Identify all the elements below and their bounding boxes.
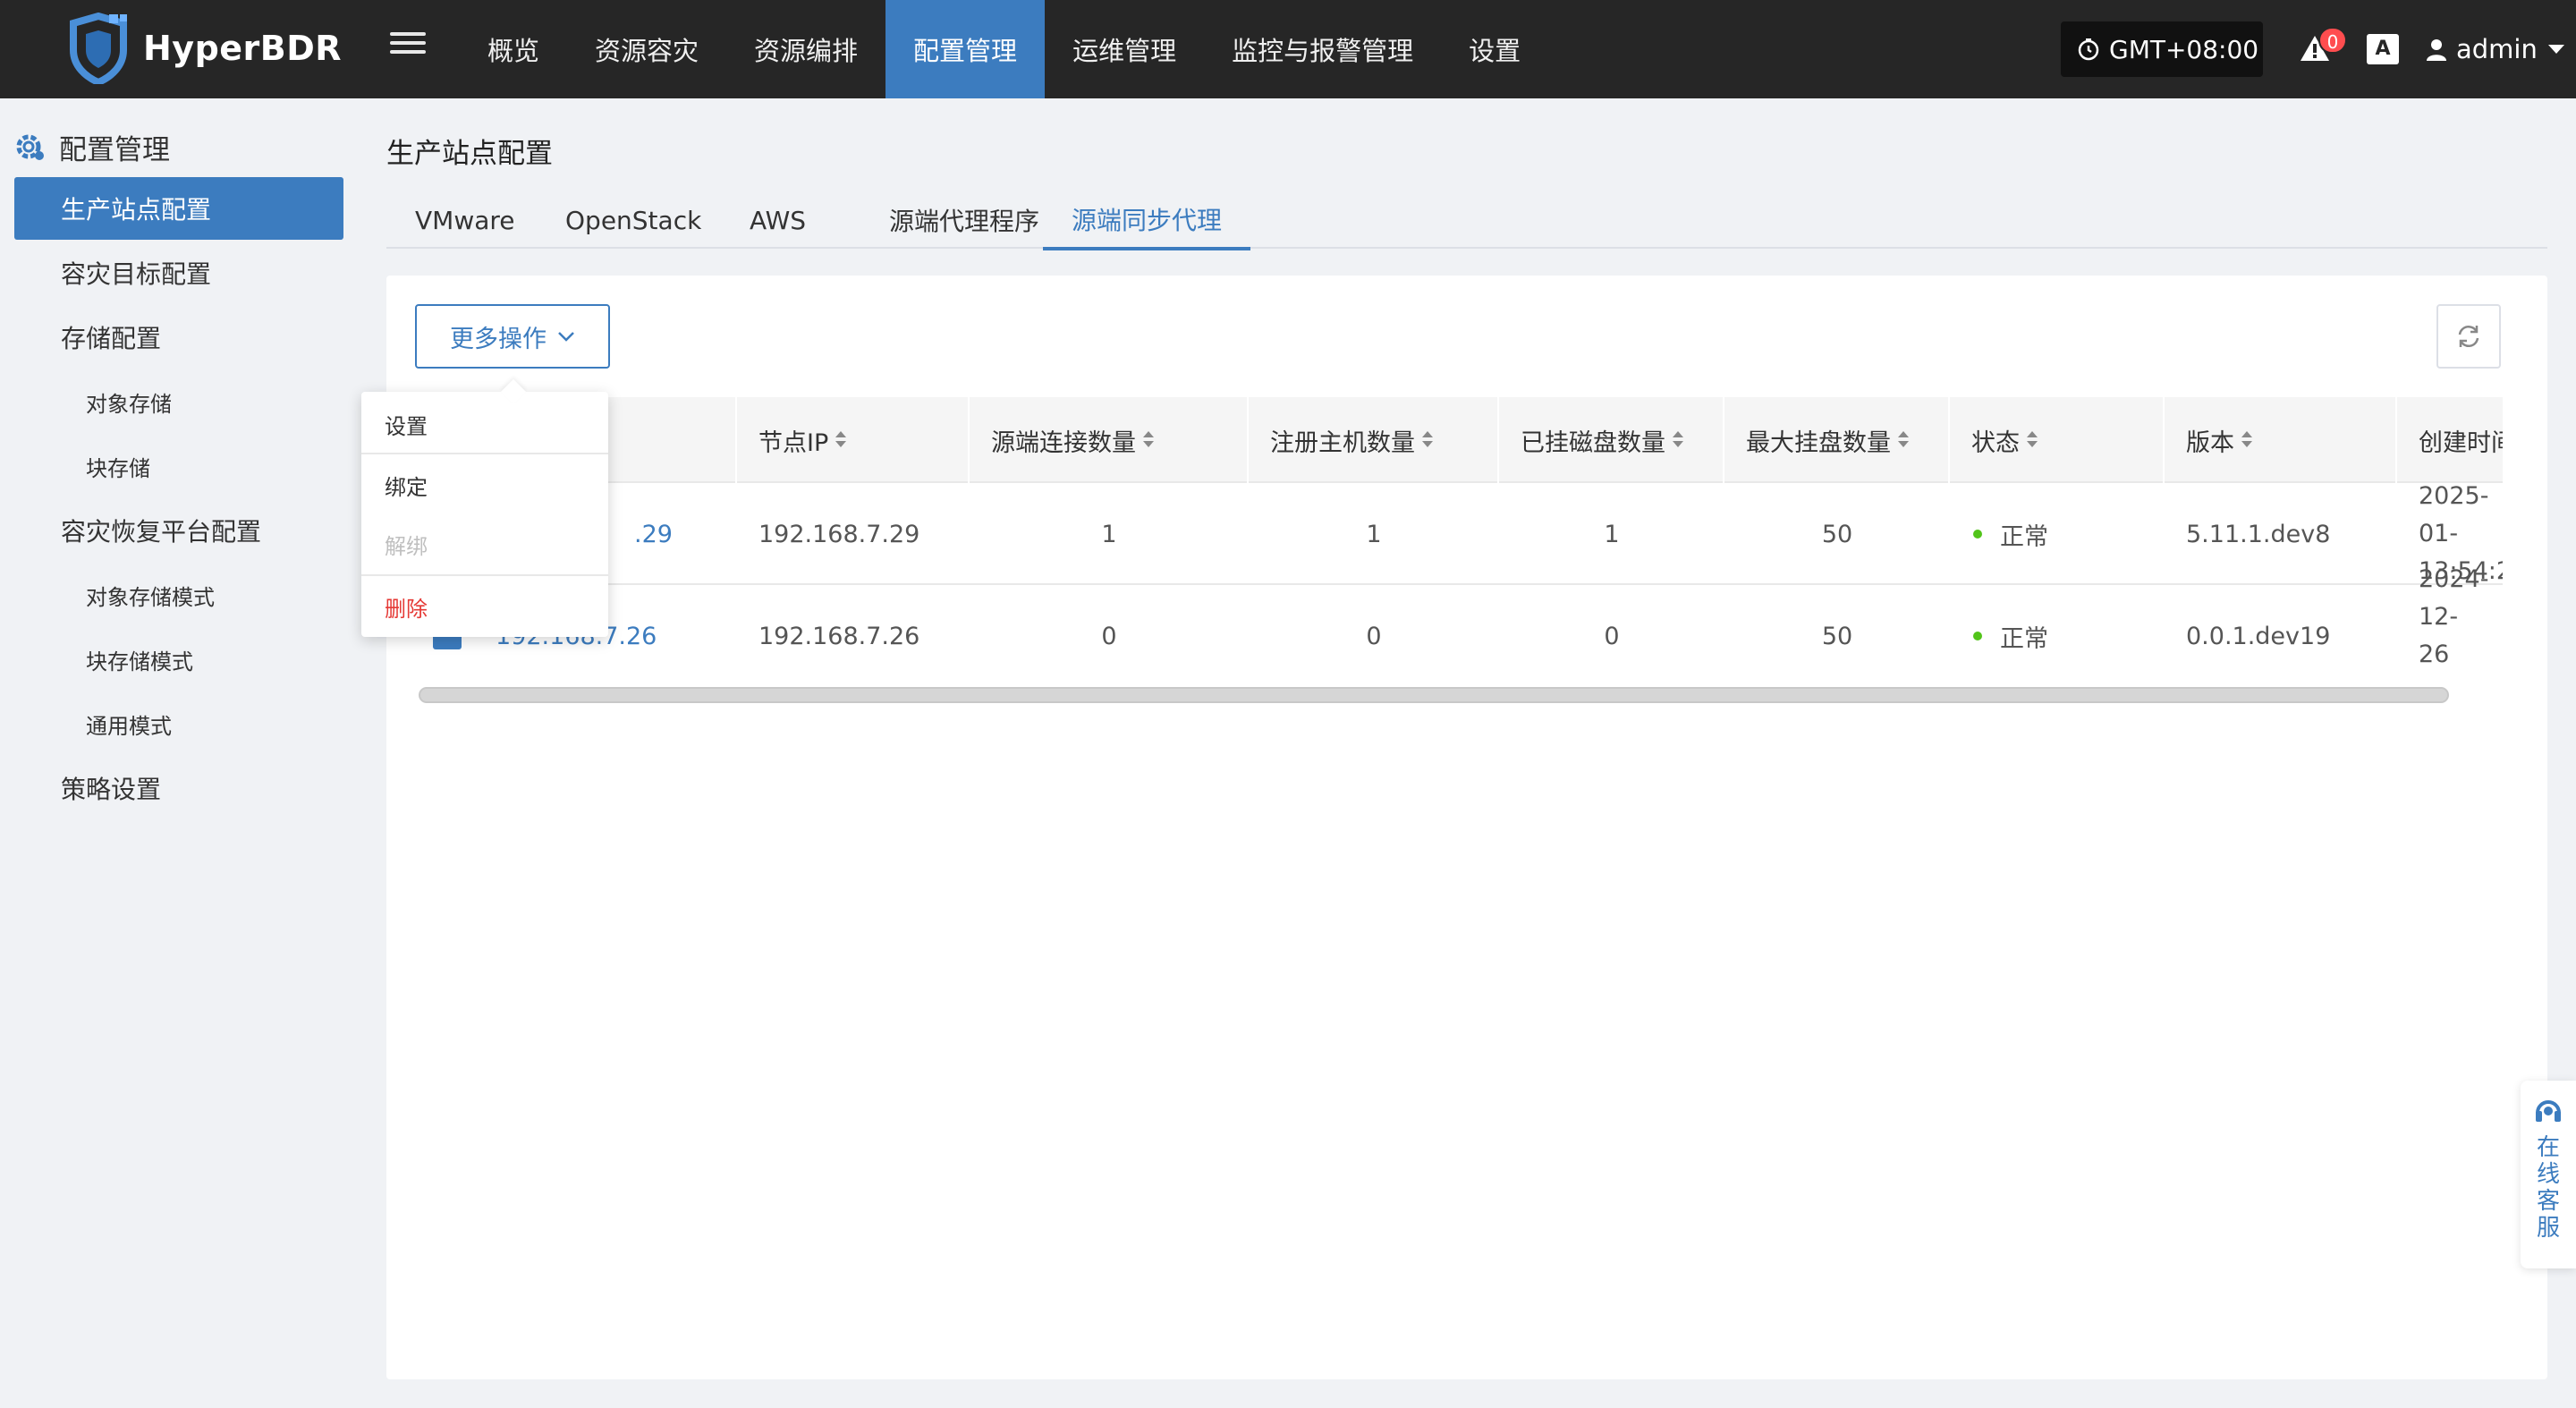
- nav-resource-dr[interactable]: 资源容灾: [567, 0, 726, 98]
- tab-source-sync-proxy[interactable]: 源端同步代理: [1043, 191, 1251, 250]
- tab-vmware[interactable]: VMware: [386, 191, 544, 249]
- table-header: 节点IP 源端连接数量 注册主机数量 已挂磁盘数量 最大挂盘数量 状态 版本 创…: [415, 397, 2503, 483]
- more-actions-dropdown: 设置 绑定 解绑 删除: [361, 378, 608, 637]
- column-header-registered-hosts[interactable]: 注册主机数量: [1249, 397, 1499, 483]
- nav-monitoring-alerts[interactable]: 监控与报警管理: [1204, 0, 1441, 98]
- alert-count-badge: 0: [2318, 27, 2347, 54]
- column-header-node-ip[interactable]: 节点IP: [737, 397, 970, 483]
- nav-orchestration[interactable]: 资源编排: [726, 0, 886, 98]
- sidebar-item-storage[interactable]: 存储配置: [14, 306, 343, 369]
- username: admin: [2456, 34, 2538, 64]
- cell-status: 正常: [1973, 483, 2165, 585]
- sidebar-item-policy[interactable]: 策略设置: [14, 757, 343, 819]
- tab-bar: VMware OpenStack AWS 源端代理程序 源端同步代理: [386, 191, 2547, 250]
- gear-icon: [16, 134, 44, 160]
- tab-openstack[interactable]: OpenStack: [537, 191, 730, 249]
- sidebar: 配置管理 生产站点配置 容灾目标配置 存储配置 对象存储 块存储 容灾恢复平台配…: [0, 98, 358, 1408]
- sidebar-item-object-storage-mode[interactable]: 对象存储模式: [14, 564, 343, 626]
- timezone-label: GMT+08:00: [2109, 34, 2259, 64]
- sidebar-item-dr-target[interactable]: 容灾目标配置: [14, 242, 343, 304]
- brand-name: HyperBDR: [143, 29, 343, 68]
- sort-icon[interactable]: [835, 431, 847, 449]
- user-icon: [2427, 39, 2446, 61]
- alert-bell[interactable]: 0: [2299, 27, 2347, 68]
- cell-mounted-disks: 0: [1604, 622, 1620, 650]
- cell-registered-hosts: 1: [1366, 520, 1382, 548]
- column-header-status[interactable]: 状态: [1950, 397, 2165, 483]
- main-nav: 概览 资源容灾 资源编排 配置管理 运维管理 监控与报警管理 设置: [460, 0, 1548, 98]
- refresh-icon: [2458, 326, 2479, 347]
- cell-max-disks: 50: [1821, 622, 1853, 650]
- tab-source-agent[interactable]: 源端代理程序: [860, 191, 1068, 249]
- sidebar-item-production-site[interactable]: 生产站点配置: [14, 177, 343, 240]
- content-card: 更多操作 节点IP 源端连接数量 注册主机数量 已挂磁盘数量 最大挂盘数量 状态…: [386, 276, 2547, 1379]
- proxy-table: 节点IP 源端连接数量 注册主机数量 已挂磁盘数量 最大挂盘数量 状态 版本 创…: [415, 397, 2503, 666]
- table-row: .29 192.168.7.29 1 1 1 50 正常 5.11.1.dev8…: [415, 482, 2503, 585]
- sidebar-item-block-storage[interactable]: 块存储: [14, 435, 343, 497]
- cell-version: 5.11.1.dev8: [2186, 520, 2331, 548]
- sort-icon[interactable]: [1898, 431, 1909, 449]
- cell-node-ip: 192.168.7.29: [758, 520, 920, 548]
- nav-config-management[interactable]: 配置管理: [886, 0, 1046, 98]
- online-service-widget[interactable]: 在线客服: [2521, 1081, 2576, 1268]
- column-header-source-connections[interactable]: 源端连接数量: [970, 397, 1249, 483]
- sidebar-title: 配置管理: [14, 125, 170, 168]
- cell-mounted-disks: 1: [1604, 520, 1620, 548]
- more-actions-button[interactable]: 更多操作: [415, 304, 610, 369]
- nav-settings[interactable]: 设置: [1441, 0, 1548, 98]
- sort-icon[interactable]: [2027, 431, 2038, 449]
- sidebar-item-dr-platform[interactable]: 容灾恢复平台配置: [14, 499, 343, 562]
- timezone-display[interactable]: GMT+08:00: [2061, 21, 2263, 77]
- language-switch-icon[interactable]: A: [2367, 34, 2399, 64]
- sidebar-title-label: 配置管理: [59, 133, 170, 166]
- user-menu[interactable]: admin: [2426, 29, 2564, 70]
- sort-icon[interactable]: [2241, 431, 2252, 449]
- sort-icon[interactable]: [1673, 431, 1683, 449]
- menu-item-delete[interactable]: 删除: [361, 576, 608, 637]
- nav-operations[interactable]: 运维管理: [1045, 0, 1204, 98]
- horizontal-scrollbar[interactable]: [419, 687, 2449, 703]
- menu-item-unbind: 解绑: [385, 533, 428, 559]
- cell-max-disks: 50: [1821, 520, 1853, 548]
- column-header-mounted-disks[interactable]: 已挂磁盘数量: [1499, 397, 1724, 483]
- column-header-max-disks[interactable]: 最大挂盘数量: [1724, 397, 1950, 483]
- status-ok-dot: [1973, 530, 1982, 539]
- column-header-created-time[interactable]: 创建时间: [2397, 397, 2503, 483]
- menu-item-bind[interactable]: 绑定: [361, 454, 608, 515]
- nav-overview[interactable]: 概览: [460, 0, 567, 98]
- cell-registered-hosts: 0: [1366, 622, 1382, 650]
- sort-icon[interactable]: [1422, 431, 1433, 449]
- online-service-label: 在线客服: [2536, 1134, 2560, 1242]
- top-navbar: HyperBDR 概览 资源容灾 资源编排 配置管理 运维管理 监控与报警管理 …: [0, 0, 2576, 98]
- cell-node-ip: 192.168.7.26: [758, 622, 920, 650]
- clock-icon: [2078, 38, 2099, 61]
- sidebar-item-generic-mode[interactable]: 通用模式: [14, 692, 343, 755]
- column-header-version[interactable]: 版本: [2165, 397, 2397, 483]
- status-ok-dot: [1973, 632, 1982, 640]
- sidebar-item-object-storage[interactable]: 对象存储: [14, 370, 343, 433]
- tab-aws[interactable]: AWS: [721, 191, 835, 249]
- menu-toggle-icon[interactable]: [390, 27, 426, 63]
- table-row: 192.168.7.26 192.168.7.26 0 0 0 50 正常 0.…: [415, 565, 2503, 666]
- menu-item-settings[interactable]: 设置: [361, 394, 608, 454]
- chevron-down-icon: [558, 332, 574, 342]
- cell-source-connections: 1: [1101, 520, 1117, 548]
- more-actions-label: 更多操作: [450, 325, 547, 353]
- caret-down-icon: [2547, 45, 2564, 54]
- cell-version: 0.0.1.dev19: [2186, 622, 2331, 650]
- sidebar-item-block-storage-mode[interactable]: 块存储模式: [14, 628, 343, 691]
- page-title: 生产站点配置: [386, 138, 553, 170]
- brand[interactable]: HyperBDR: [66, 13, 342, 84]
- cell-status: 正常: [1973, 585, 2165, 666]
- hyperbdr-logo-icon: [70, 13, 127, 84]
- refresh-button[interactable]: [2436, 304, 2501, 369]
- cell-source-connections: 0: [1101, 622, 1117, 650]
- cell-created-time: 2024-12- 26 17:52:: [2419, 565, 2489, 666]
- sort-icon[interactable]: [1143, 431, 1154, 449]
- headset-icon: [2536, 1100, 2561, 1122]
